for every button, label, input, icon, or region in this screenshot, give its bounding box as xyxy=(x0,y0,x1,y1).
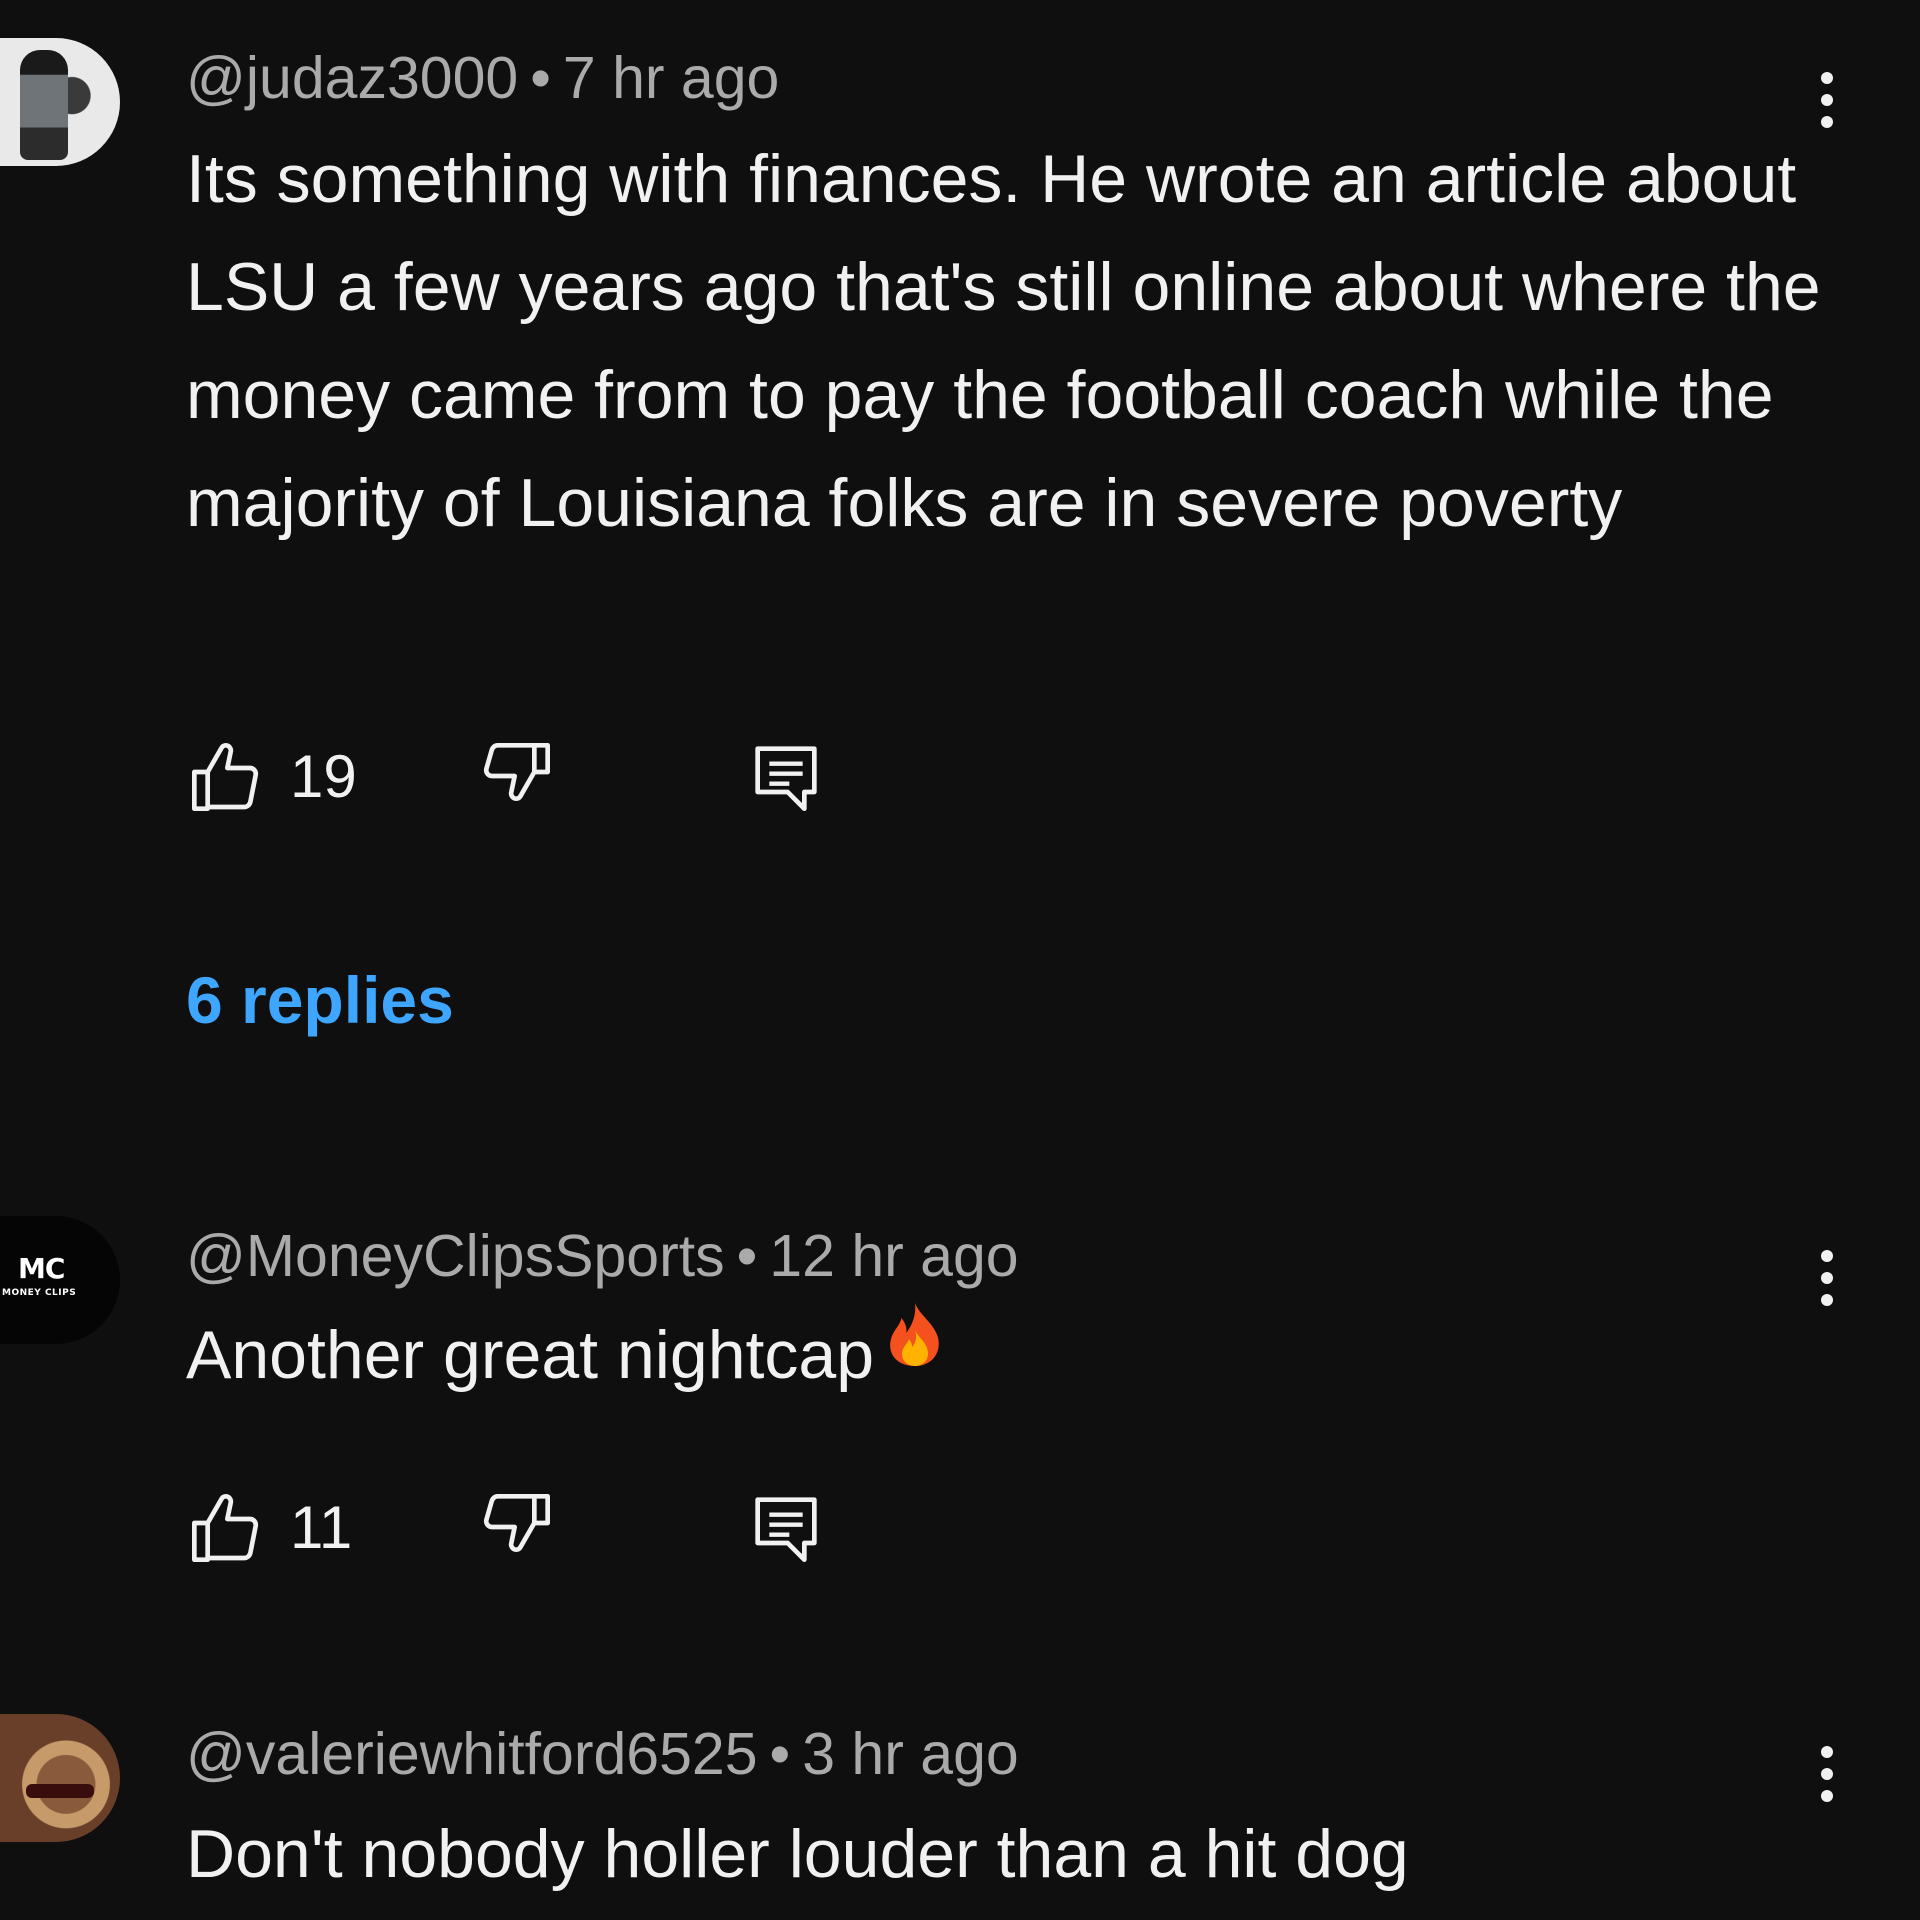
author-name[interactable]: @valeriewhitford6525 xyxy=(186,1721,758,1787)
comment-text: Don't nobody holler louder than a hit do… xyxy=(186,1816,1409,1892)
comment-meta: @MoneyClipsSports • 12 hr ago xyxy=(186,1222,1019,1290)
reply-icon[interactable] xyxy=(746,737,826,817)
author-name[interactable]: @MoneyClipsSports xyxy=(186,1223,725,1289)
thumbs-up-icon[interactable] xyxy=(186,737,266,817)
avatar-logo: MC xyxy=(18,1252,65,1285)
more-vert-icon[interactable] xyxy=(1812,72,1842,128)
meta-separator: • xyxy=(530,45,551,111)
comment-time: 3 hr ago xyxy=(802,1721,1019,1787)
comment-text-row: Another great nightcap xyxy=(186,1300,1826,1409)
comment-meta: @valeriewhitford6525 • 3 hr ago xyxy=(186,1720,1019,1788)
thumbs-down-icon[interactable] xyxy=(476,1488,556,1568)
avatar[interactable] xyxy=(0,38,120,166)
meta-separator: • xyxy=(769,1721,791,1787)
avatar[interactable] xyxy=(0,1714,120,1842)
comment-time: 12 hr ago xyxy=(769,1223,1019,1289)
more-vert-icon[interactable] xyxy=(1812,1746,1842,1802)
thumbs-down-icon[interactable] xyxy=(476,737,556,817)
avatar[interactable]: MC MONEY CLIPS xyxy=(0,1216,120,1344)
comment-time: 7 hr ago xyxy=(562,45,780,111)
reply-icon[interactable] xyxy=(746,1488,826,1568)
like-count: 11 xyxy=(290,1494,353,1561)
replies-link[interactable]: 6 replies xyxy=(186,962,454,1038)
fire-emoji xyxy=(890,1303,939,1366)
author-name[interactable]: @judaz3000 xyxy=(186,45,518,111)
comment-actions: 19 xyxy=(186,737,886,817)
comment-text: Another great nightcap xyxy=(186,1317,875,1393)
thumbs-up-icon[interactable] xyxy=(186,1488,266,1568)
more-vert-icon[interactable] xyxy=(1812,1250,1842,1306)
comment-meta: @judaz3000 • 7 hr ago xyxy=(186,44,779,112)
avatar-logo-sub: MONEY CLIPS xyxy=(2,1288,77,1298)
like-count: 19 xyxy=(290,743,357,810)
meta-separator: • xyxy=(736,1223,758,1289)
comment-actions: 11 xyxy=(186,1488,886,1568)
comment-text: Its something with finances. He wrote an… xyxy=(186,141,1821,541)
